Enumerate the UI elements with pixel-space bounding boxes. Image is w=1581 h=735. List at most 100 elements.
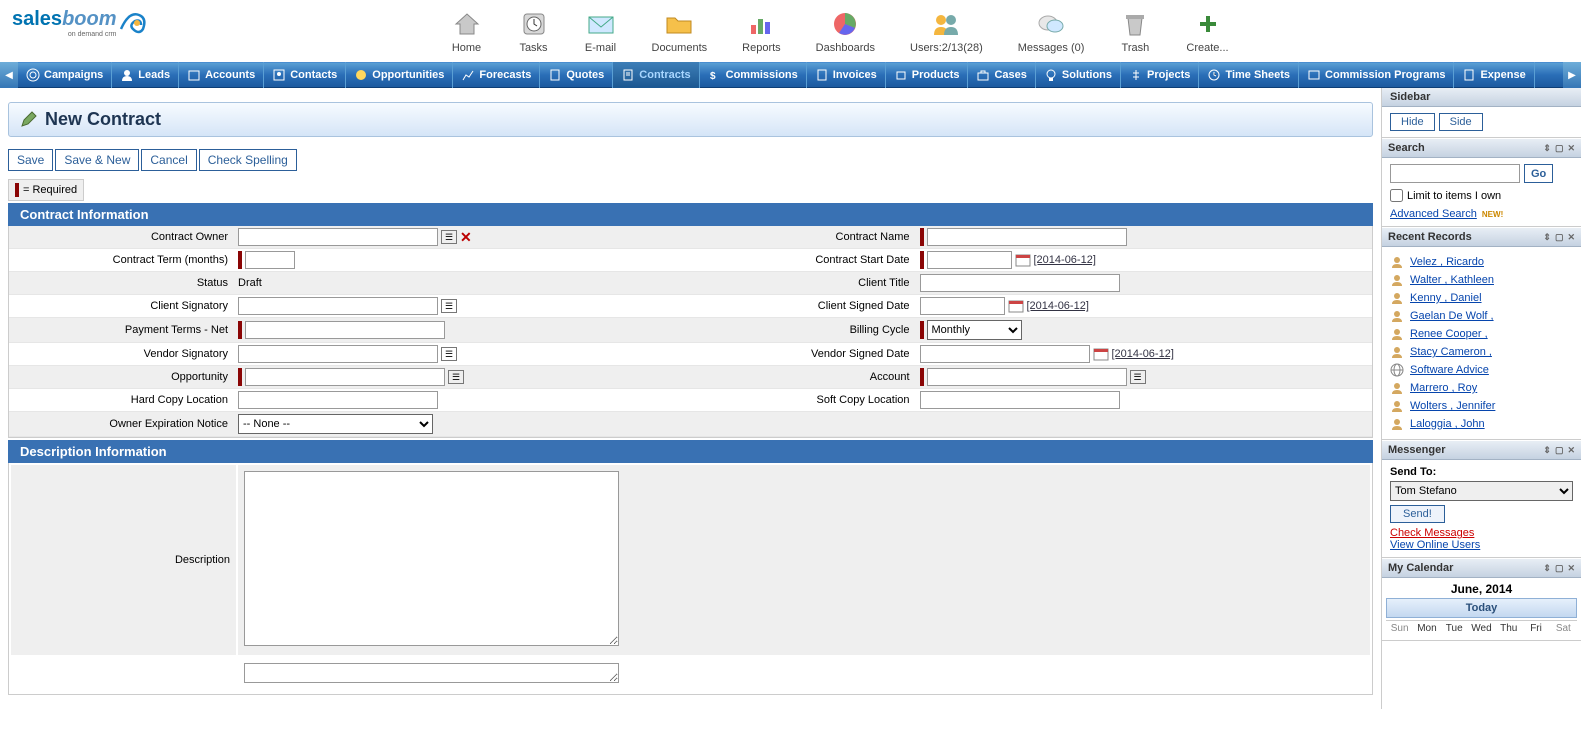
nav-cases[interactable]: Cases [968, 62, 1035, 88]
calendar-icon[interactable] [1093, 347, 1109, 361]
clear-icon[interactable]: ✕ [460, 229, 472, 246]
calendar-today-button[interactable]: Today [1386, 598, 1577, 618]
nav-opportunities[interactable]: Opportunities [346, 62, 453, 88]
select-recipient[interactable]: Tom Stefano [1390, 481, 1573, 501]
logo[interactable]: salesboom on demand crm [12, 8, 151, 38]
input-client-signed[interactable] [920, 297, 1005, 315]
toolbar-messages[interactable]: Messages (0) [1018, 8, 1085, 54]
record-link[interactable]: Software Advice [1410, 364, 1489, 376]
date-today-link[interactable]: [2014-06-12] [1112, 348, 1174, 360]
record-link[interactable]: Wolters , Jennifer [1410, 400, 1495, 412]
nav-accounts[interactable]: Accounts [179, 62, 264, 88]
maximize-icon[interactable]: ▢ [1555, 232, 1564, 243]
nav-commissions[interactable]: $Commissions [700, 62, 807, 88]
nav-forecasts[interactable]: Forecasts [453, 62, 540, 88]
nav-quotes[interactable]: Quotes [540, 62, 613, 88]
side-button[interactable]: Side [1439, 113, 1483, 131]
input-hard-copy[interactable] [238, 391, 438, 409]
collapse-icon[interactable]: ⇕ [1543, 563, 1551, 574]
record-link[interactable]: Laloggia , John [1410, 418, 1485, 430]
toolbar-documents[interactable]: Documents [652, 8, 708, 54]
input-contract-term[interactable] [245, 251, 295, 269]
textarea-extra[interactable] [244, 663, 619, 683]
input-contract-name[interactable] [927, 228, 1127, 246]
check-spelling-button[interactable]: Check Spelling [199, 149, 297, 171]
nav-expense[interactable]: Expense [1454, 62, 1534, 88]
nav-solutions[interactable]: Solutions [1036, 62, 1121, 88]
search-input[interactable] [1390, 164, 1520, 183]
record-link[interactable]: Kenny , Daniel [1410, 292, 1482, 304]
nav-scroll-left[interactable]: ◀ [0, 62, 18, 88]
lookup-icon[interactable]: ☰ [441, 347, 457, 361]
nav-campaigns[interactable]: Campaigns [18, 62, 112, 88]
toolbar-reports[interactable]: Reports [742, 8, 781, 54]
target-icon [26, 68, 40, 82]
toolbar-tasks[interactable]: Tasks [518, 8, 550, 54]
calendar-icon[interactable] [1008, 299, 1024, 313]
input-client-title[interactable] [920, 274, 1120, 292]
maximize-icon[interactable]: ▢ [1555, 445, 1564, 456]
toolbar-users[interactable]: Users:2/13(28) [910, 8, 983, 54]
maximize-icon[interactable]: ▢ [1555, 143, 1564, 154]
hide-button[interactable]: Hide [1390, 113, 1435, 131]
limit-checkbox[interactable] [1390, 189, 1403, 202]
nav-scroll-right[interactable]: ▶ [1563, 62, 1581, 88]
record-link[interactable]: Stacy Cameron , [1410, 346, 1492, 358]
record-link[interactable]: Renee Cooper , [1410, 328, 1488, 340]
toolbar-home[interactable]: Home [451, 8, 483, 54]
input-contract-start[interactable] [927, 251, 1012, 269]
lookup-icon[interactable]: ☰ [448, 370, 464, 384]
close-icon[interactable]: ✕ [1567, 232, 1575, 243]
save-new-button[interactable]: Save & New [55, 149, 139, 171]
toolbar-trash[interactable]: Trash [1119, 8, 1151, 54]
go-button[interactable]: Go [1524, 164, 1553, 183]
input-contract-owner[interactable] [238, 228, 438, 246]
toolbar-email[interactable]: E-mail [585, 8, 617, 54]
lookup-icon[interactable]: ☰ [441, 299, 457, 313]
select-owner-expiration[interactable]: -- None -- [238, 414, 433, 434]
nav-leads[interactable]: Leads [112, 62, 179, 88]
lookup-icon[interactable]: ☰ [1130, 370, 1146, 384]
select-billing-cycle[interactable]: Monthly [927, 320, 1022, 340]
close-icon[interactable]: ✕ [1567, 445, 1575, 456]
record-link[interactable]: Velez , Ricardo [1410, 256, 1484, 268]
collapse-icon[interactable]: ⇕ [1543, 143, 1551, 154]
check-messages-link[interactable]: Check Messages [1390, 527, 1474, 539]
save-button[interactable]: Save [8, 149, 53, 171]
collapse-icon[interactable]: ⇕ [1543, 232, 1551, 243]
nav-contracts[interactable]: Contracts [613, 62, 699, 88]
lookup-icon[interactable]: ☰ [441, 230, 457, 244]
view-online-link[interactable]: View Online Users [1390, 539, 1480, 551]
label-status: Status [9, 273, 234, 293]
row-vendor-signed: Vendor Signed Date [2014-06-12] [691, 343, 1373, 366]
input-client-signatory[interactable] [238, 297, 438, 315]
input-soft-copy[interactable] [920, 391, 1120, 409]
nav-products[interactable]: Products [886, 62, 969, 88]
nav-invoices[interactable]: Invoices [807, 62, 886, 88]
send-button[interactable]: Send! [1390, 505, 1445, 523]
record-link[interactable]: Walter , Kathleen [1410, 274, 1494, 286]
nav-projects[interactable]: Projects [1121, 62, 1199, 88]
input-vendor-signed[interactable] [920, 345, 1090, 363]
record-link[interactable]: Marrero , Roy [1410, 382, 1477, 394]
advanced-search-link[interactable]: Advanced Search [1390, 208, 1477, 220]
maximize-icon[interactable]: ▢ [1555, 563, 1564, 574]
record-link[interactable]: Gaelan De Wolf , [1410, 310, 1494, 322]
textarea-description[interactable] [244, 471, 619, 646]
close-icon[interactable]: ✕ [1567, 143, 1575, 154]
close-icon[interactable]: ✕ [1567, 563, 1575, 574]
nav-commission-programs[interactable]: Commission Programs [1299, 62, 1454, 88]
toolbar-create[interactable]: Create... [1186, 8, 1228, 54]
input-account[interactable] [927, 368, 1127, 386]
date-today-link[interactable]: [2014-06-12] [1034, 254, 1096, 266]
toolbar-dashboards[interactable]: Dashboards [816, 8, 875, 54]
nav-timesheets[interactable]: Time Sheets [1199, 62, 1299, 88]
input-vendor-signatory[interactable] [238, 345, 438, 363]
cancel-button[interactable]: Cancel [141, 149, 196, 171]
date-today-link[interactable]: [2014-06-12] [1027, 300, 1089, 312]
input-opportunity[interactable] [245, 368, 445, 386]
collapse-icon[interactable]: ⇕ [1543, 445, 1551, 456]
input-payment-terms[interactable] [245, 321, 445, 339]
nav-contacts[interactable]: Contacts [264, 62, 346, 88]
calendar-icon[interactable] [1015, 253, 1031, 267]
